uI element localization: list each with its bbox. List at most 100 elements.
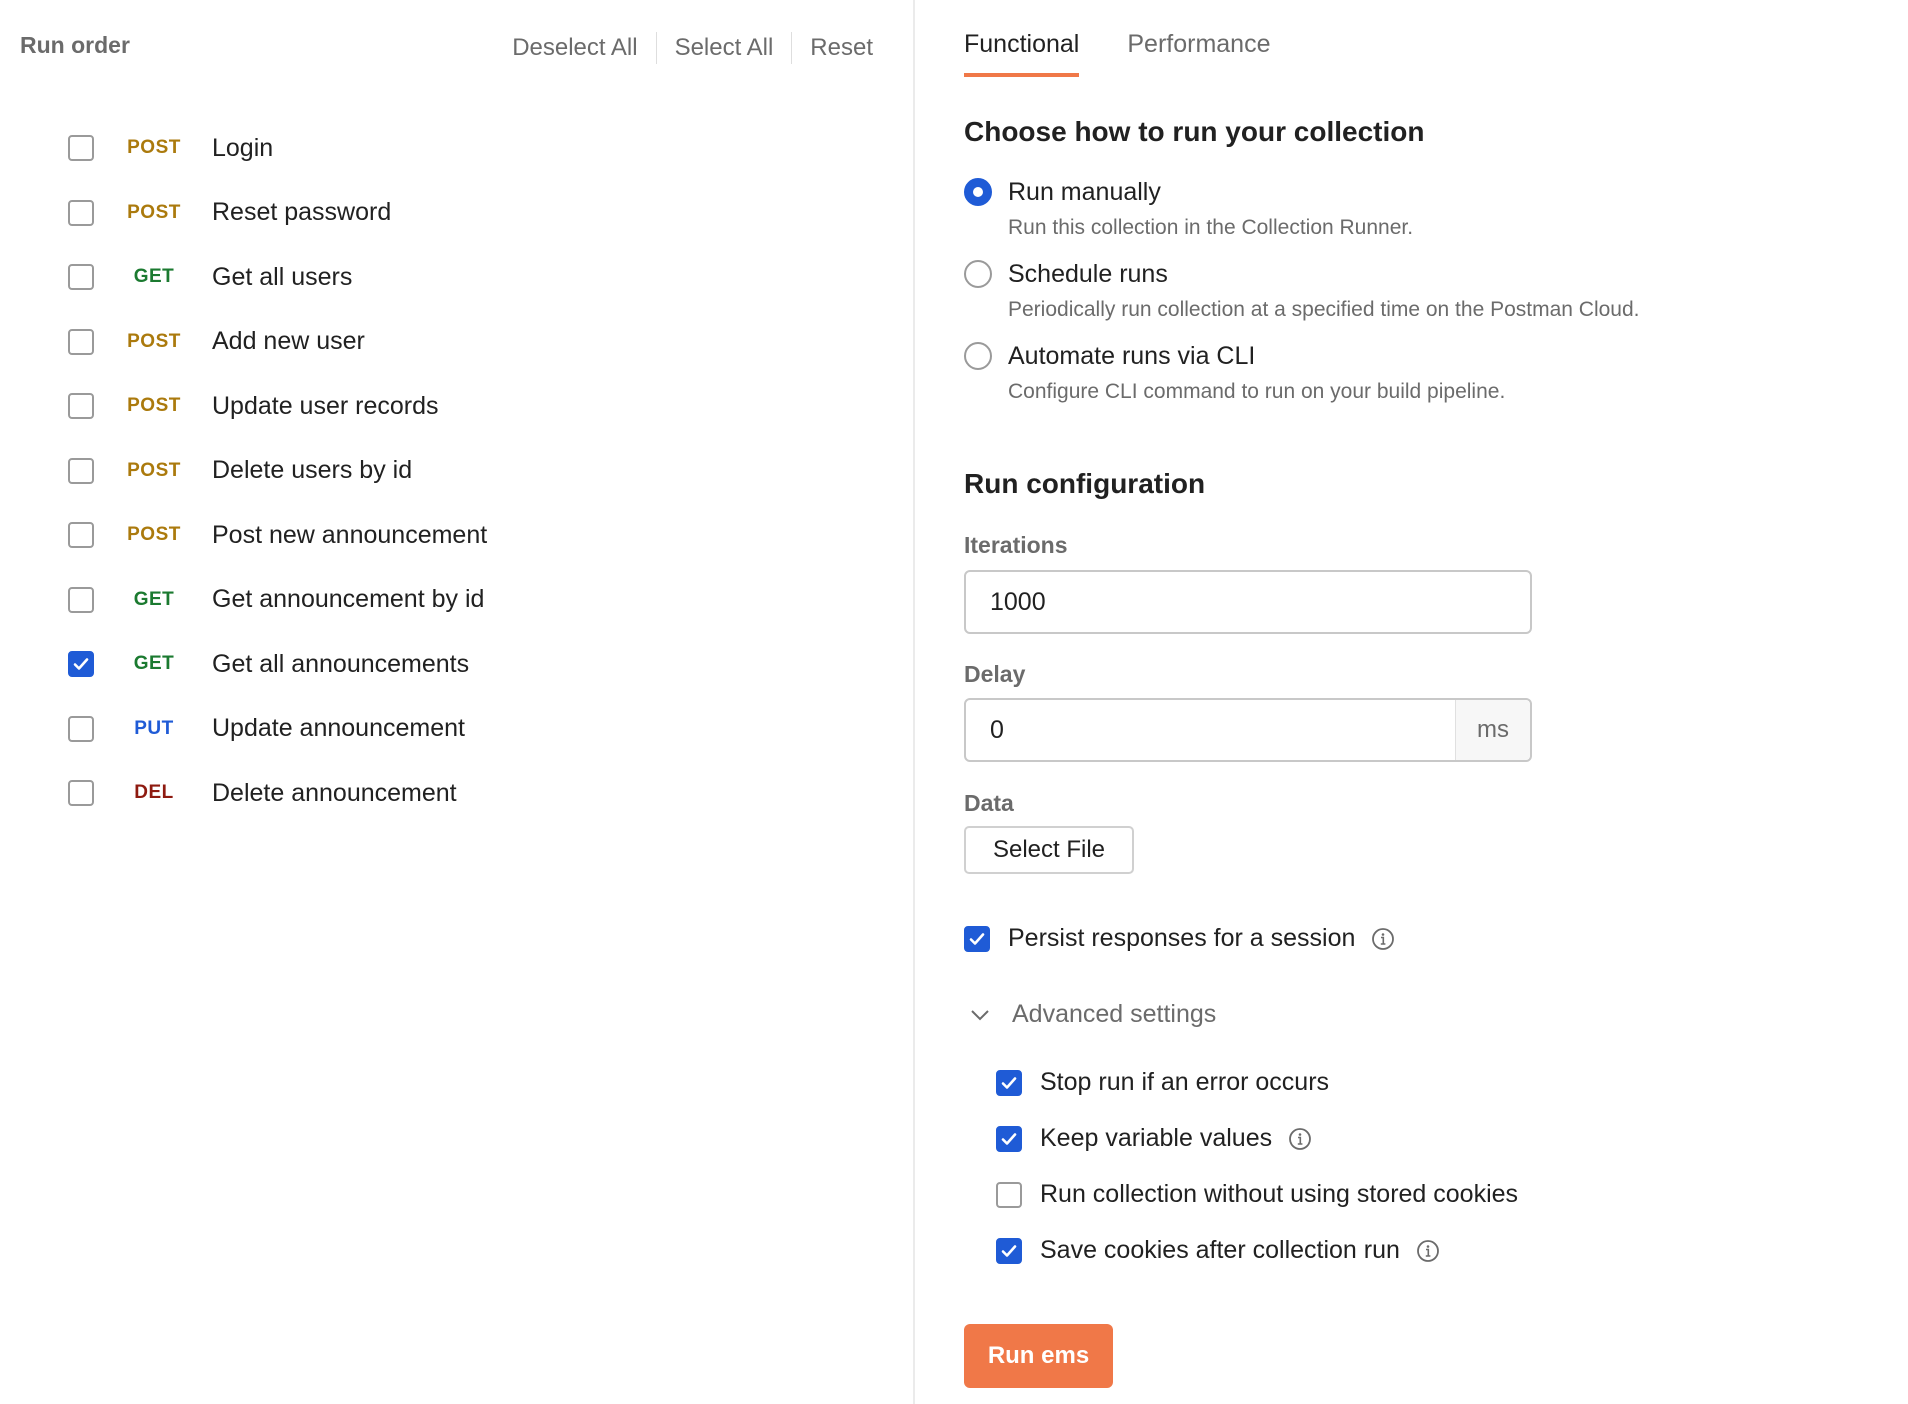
request-row: POST Update user records	[68, 374, 487, 439]
request-method: POST	[127, 459, 181, 481]
request-row: PUT Update announcement	[68, 697, 487, 762]
persist-responses-label: Persist responses for a session	[1008, 924, 1356, 952]
request-method: GET	[133, 266, 175, 288]
request-name: Update announcement	[212, 714, 465, 743]
request-name: Reset password	[212, 198, 392, 227]
request-name: Delete announcement	[212, 778, 457, 807]
request-checkbox[interactable]	[68, 264, 94, 291]
run-mode-label: Run manually	[1008, 178, 1161, 206]
request-checkbox[interactable]	[68, 393, 94, 420]
run-mode-option[interactable]: Schedule runs Periodically run collectio…	[964, 260, 1640, 322]
select-all-button[interactable]: Select All	[657, 34, 792, 62]
info-icon[interactable]	[1371, 927, 1395, 951]
checkmark-icon	[1001, 1244, 1017, 1257]
run-order-title: Run order	[20, 32, 130, 58]
request-checkbox[interactable]	[68, 199, 94, 226]
request-row: DEL Delete announcement	[68, 761, 487, 826]
run-mode-option[interactable]: Automate runs via CLI Configure CLI comm…	[964, 342, 1640, 404]
run-mode-options: Run manually Run this collection in the …	[964, 178, 1640, 424]
request-name: Login	[212, 133, 274, 162]
request-row: GET Get all users	[68, 245, 487, 310]
advanced-settings-toggle[interactable]: Advanced settings	[970, 1000, 1216, 1029]
advanced-option-checkbox[interactable]	[996, 1181, 1022, 1208]
request-method: POST	[127, 330, 181, 352]
advanced-option-label: Stop run if an error occurs	[1040, 1068, 1330, 1096]
request-method: POST	[127, 137, 181, 159]
radio-button[interactable]	[964, 178, 992, 206]
request-row: POST Post new announcement	[68, 503, 487, 568]
run-mode-option[interactable]: Run manually Run this collection in the …	[964, 178, 1640, 240]
request-name: Delete users by id	[212, 456, 413, 485]
run-mode-description: Periodically run collection at a specifi…	[1008, 298, 1640, 321]
run-order-panel: Run order Deselect All Select All Reset …	[0, 0, 915, 1404]
advanced-option[interactable]: Save cookies after collection run	[996, 1236, 1440, 1265]
request-method: POST	[127, 524, 181, 546]
request-method: GET	[133, 588, 175, 610]
iterations-input[interactable]: 1000	[964, 570, 1532, 634]
run-collection-button[interactable]: Run ems	[964, 1324, 1113, 1388]
request-checkbox[interactable]	[68, 780, 94, 807]
chevron-down-icon	[971, 1009, 989, 1020]
advanced-option[interactable]: Stop run if an error occurs	[996, 1068, 1329, 1097]
info-icon[interactable]	[1288, 1127, 1312, 1151]
request-checkbox[interactable]	[68, 586, 94, 613]
deselect-all-button[interactable]: Deselect All	[494, 34, 655, 62]
data-label: Data	[964, 790, 1014, 816]
request-name: Get all announcements	[212, 649, 470, 678]
advanced-option-checkbox[interactable]	[996, 1237, 1022, 1264]
run-mode-description: Configure CLI command to run on your bui…	[1008, 380, 1506, 403]
request-checkbox[interactable]	[68, 135, 94, 162]
run-order-actions: Deselect All Select All Reset	[494, 32, 873, 64]
iterations-value: 1000	[990, 587, 1046, 616]
persist-responses-option[interactable]: Persist responses for a session	[964, 924, 1395, 953]
advanced-option-label: Keep variable values	[1040, 1124, 1273, 1152]
request-checkbox[interactable]	[68, 457, 94, 484]
advanced-option[interactable]: Run collection without using stored cook…	[996, 1180, 1518, 1209]
tab-functional[interactable]: Functional	[964, 30, 1080, 77]
request-list: POST Login POST Reset password GET Get a…	[68, 116, 487, 826]
advanced-option[interactable]: Keep variable values	[996, 1124, 1312, 1153]
request-method: GET	[133, 653, 175, 675]
delay-label: Delay	[964, 661, 1026, 687]
radio-button[interactable]	[964, 342, 992, 370]
runner-tabs: Functional Performance	[964, 30, 1318, 77]
advanced-option-checkbox[interactable]	[996, 1125, 1022, 1152]
request-checkbox[interactable]	[68, 715, 94, 742]
request-checkbox[interactable]	[68, 651, 94, 678]
checkmark-icon	[1001, 1132, 1017, 1145]
request-name: Get all users	[212, 262, 353, 291]
request-name: Get announcement by id	[212, 585, 485, 614]
request-name: Post new announcement	[212, 520, 488, 549]
persist-responses-checkbox[interactable]	[964, 925, 990, 952]
checkmark-icon	[1001, 1076, 1017, 1089]
checkmark-icon	[969, 932, 985, 945]
run-mode-label: Automate runs via CLI	[1008, 342, 1256, 370]
select-file-button[interactable]: Select File	[964, 826, 1134, 874]
request-checkbox[interactable]	[68, 328, 94, 355]
delay-unit: ms	[1455, 700, 1530, 760]
advanced-settings-label: Advanced settings	[1012, 1000, 1217, 1028]
run-mode-title: Choose how to run your collection	[964, 116, 1425, 147]
iterations-label: Iterations	[964, 532, 1068, 558]
request-row: POST Add new user	[68, 310, 487, 375]
run-config-title: Run configuration	[964, 468, 1206, 499]
info-icon[interactable]	[1416, 1239, 1440, 1263]
tab-performance[interactable]: Performance	[1127, 30, 1270, 77]
advanced-option-checkbox[interactable]	[996, 1069, 1022, 1096]
advanced-option-label: Run collection without using stored cook…	[1040, 1180, 1519, 1208]
request-row: POST Reset password	[68, 181, 487, 246]
run-mode-description: Run this collection in the Collection Ru…	[1008, 216, 1414, 239]
request-checkbox[interactable]	[68, 522, 94, 549]
delay-input[interactable]: 0 ms	[964, 698, 1532, 762]
request-name: Add new user	[212, 327, 365, 356]
request-method: PUT	[134, 717, 174, 739]
request-row: GET Get all announcements	[68, 632, 487, 697]
reset-button[interactable]: Reset	[792, 34, 873, 62]
checkmark-icon	[73, 658, 89, 671]
radio-button[interactable]	[964, 260, 992, 288]
request-name: Update user records	[212, 391, 439, 420]
request-method: DEL	[134, 782, 174, 804]
request-row: GET Get announcement by id	[68, 568, 487, 633]
request-method: POST	[127, 395, 181, 417]
request-row: POST Login	[68, 116, 487, 181]
